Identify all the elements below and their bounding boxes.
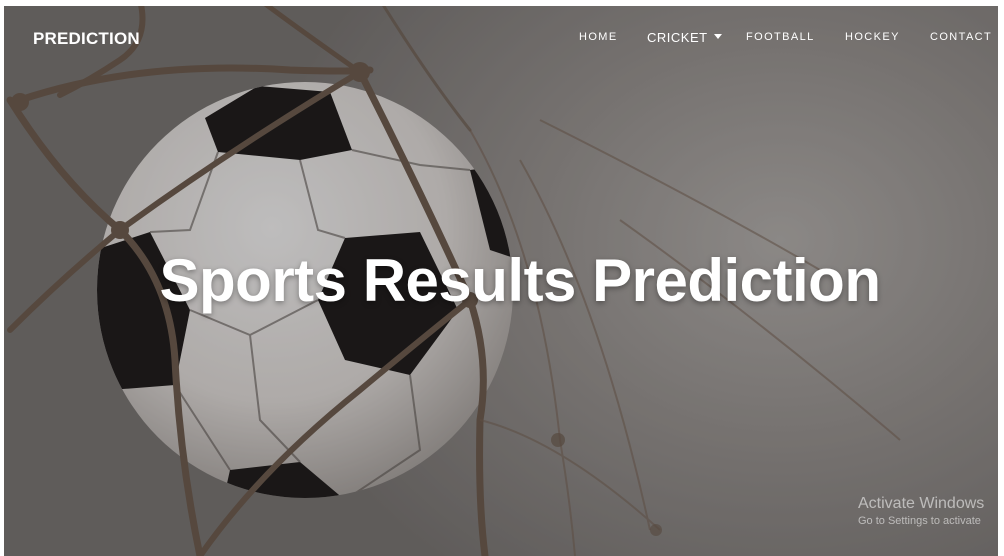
- nav-item-home[interactable]: HOME: [579, 31, 618, 43]
- nav-item-cricket-label: CRICKET: [647, 30, 708, 45]
- navbar: PREDICTION HOME CRICKET FOOTBALL HOCKEY …: [0, 0, 1004, 78]
- nav-item-cricket[interactable]: CRICKET: [647, 30, 722, 45]
- activation-watermark: Activate Windows Go to Settings to activ…: [858, 495, 984, 527]
- hero-section: PREDICTION HOME CRICKET FOOTBALL HOCKEY …: [0, 0, 1004, 556]
- nav-item-football[interactable]: FOOTBALL: [746, 31, 815, 43]
- watermark-title: Activate Windows: [858, 495, 985, 512]
- caret-down-icon: [713, 34, 722, 40]
- nav-item-contact[interactable]: CONTACT: [930, 31, 992, 43]
- nav-menu: HOME CRICKET FOOTBALL HOCKEY CONTACT: [0, 30, 1004, 51]
- hero-title: Sports Results Prediction: [159, 247, 881, 314]
- watermark-subtitle: Go to Settings to activate: [858, 515, 981, 527]
- nav-item-hockey[interactable]: HOCKEY: [845, 31, 900, 43]
